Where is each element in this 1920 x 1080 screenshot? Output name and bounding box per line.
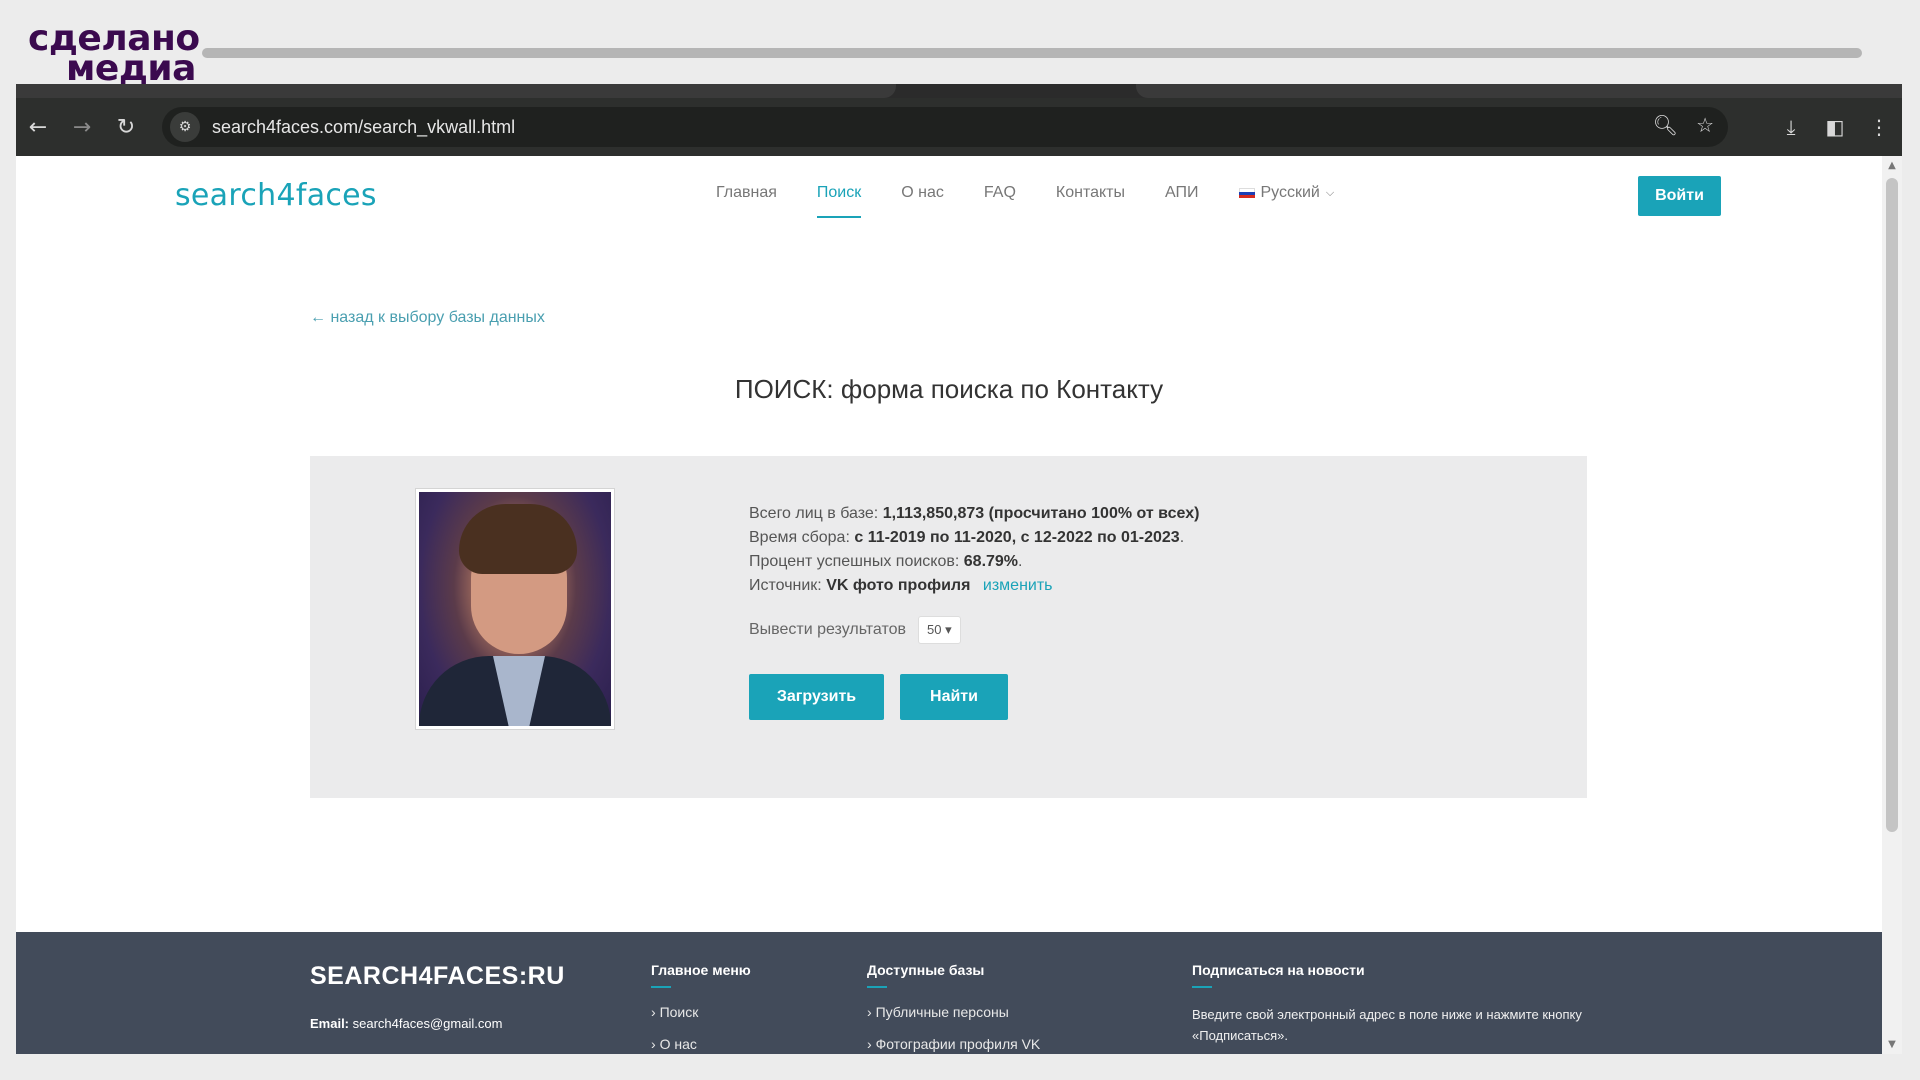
chevron-down-icon: ⌵ [1325,186,1335,199]
source-label: Источник: [749,577,822,594]
main-nav: Главная Поиск О нас FAQ Контакты АПИ Рус… [696,174,1354,218]
period-label: Время сбора: [749,529,850,546]
change-source-link[interactable]: изменить [983,577,1053,594]
success-label: Процент успешных поисков: [749,553,960,570]
language-label: Русский [1260,184,1320,201]
star-icon[interactable]: ☆ [1696,113,1714,137]
url-text[interactable]: search4faces.com/search_vkwall.html [212,117,515,138]
nav-api[interactable]: АПИ [1145,174,1219,218]
site-footer: SEARCH4FACES:RU Email: search4faces@gmai… [16,932,1882,1054]
results-label: Вывести результатов [749,621,907,638]
results-count-select[interactable]: 50 ▾ [918,616,961,644]
site-logo[interactable]: search4faces [175,178,377,213]
footer-link-vk-photos[interactable]: › Фотографии профиля VK [867,1036,1040,1052]
period-end: . [1179,529,1185,546]
page-scrollbar[interactable]: ▲ ▼ [1882,156,1902,1054]
zoom-icon[interactable]: 🔍︎ [1653,113,1678,137]
footer-subscribe-title: Подписаться на новости [1192,962,1365,978]
download-icon[interactable]: ⤓ [1776,105,1806,149]
russia-flag-icon [1238,187,1255,199]
forward-arrow-icon[interactable]: → [60,105,104,149]
site-settings-icon[interactable]: ⚙ [170,112,200,142]
watermark-logo: сделано медиа [28,21,200,87]
tab[interactable] [1136,84,1902,98]
login-button[interactable]: Войти [1638,176,1721,216]
footer-link-public-persons[interactable]: › Публичные персоны [867,1004,1040,1020]
footer-brand: SEARCH4FACES:RU [310,962,565,990]
upload-button[interactable]: Загрузить [749,674,884,720]
footer-link-about[interactable]: › О нас [651,1036,751,1052]
source-value: VK фото профиля [826,577,971,594]
address-bar[interactable]: ⚙ search4faces.com/search_vkwall.html 🔍︎… [162,107,1728,147]
total-label: Всего лиц в базе: [749,505,879,522]
footer-bases: Доступные базы › Публичные персоны › Фот… [867,962,1040,1054]
top-progress-bar [202,48,1862,58]
footer-menu-title: Главное меню [651,962,751,978]
total-value: 1,113,850,873 (просчитано 100% от всех) [882,505,1200,522]
web-page: search4faces Главная Поиск О нас FAQ Кон… [16,156,1882,1054]
menu-icon[interactable]: ⋮ [1864,105,1894,149]
database-info: Всего лиц в базе: 1,113,850,873 (просчит… [749,502,1199,598]
footer-email: Email: search4faces@gmail.com [310,1016,503,1031]
results-count-row: Вывести результатов 50 ▾ [749,616,961,644]
browser-toolbar: ← → ↻ ⚙ search4faces.com/search_vkwall.h… [16,98,1902,156]
back-to-databases-link[interactable]: ← назад к выбору базы данных [310,309,545,327]
page-title: ПОИСК: форма поиска по Контакту [734,374,1164,404]
side-panel-icon[interactable]: ◧ [1820,105,1850,149]
scrollbar-thumb[interactable] [1886,178,1898,832]
tab-strip [16,84,1902,98]
nav-home[interactable]: Главная [696,174,797,218]
footer-subscribe-text: Введите свой электронный адрес в поле ни… [1192,1007,1582,1043]
browser-window: ← → ↻ ⚙ search4faces.com/search_vkwall.h… [16,84,1902,1054]
scroll-down-icon[interactable]: ▼ [1886,1039,1898,1050]
scroll-up-icon[interactable]: ▲ [1886,160,1898,171]
success-value: 68.79% [963,553,1019,570]
footer-link-search[interactable]: › Поиск [651,1004,751,1020]
nav-about[interactable]: О нас [881,174,964,218]
period-value: с 11-2019 по 11-2020, с 12-2022 по 01-20… [854,529,1180,546]
uploaded-photo [415,488,615,730]
footer-subscribe: Подписаться на новости Введите свой элек… [1192,962,1602,1046]
reload-icon[interactable]: ↻ [104,105,148,149]
footer-bases-title: Доступные базы [867,962,985,978]
nav-faq[interactable]: FAQ [964,174,1036,218]
back-arrow-icon[interactable]: ← [16,105,60,149]
tab[interactable] [16,84,896,98]
find-button[interactable]: Найти [900,674,1008,720]
search-form-panel: Всего лиц в базе: 1,113,850,873 (просчит… [310,456,1587,798]
footer-main-menu: Главное меню › Поиск › О нас [651,962,751,1054]
success-end: . [1018,553,1023,570]
nav-search[interactable]: Поиск [797,174,881,218]
language-selector[interactable]: Русский ⌵ [1219,174,1355,218]
nav-contacts[interactable]: Контакты [1036,174,1145,218]
